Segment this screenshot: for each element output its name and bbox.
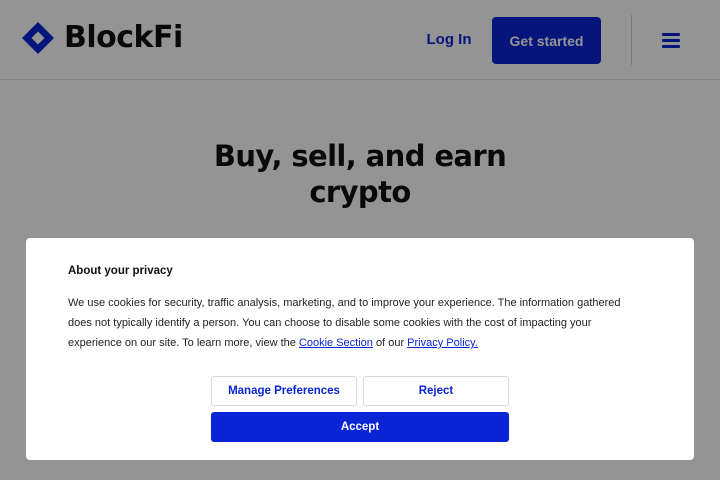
- cookie-dialog-body: We use cookies for security, traffic ana…: [68, 293, 638, 353]
- cookie-connector-text: of our: [372, 337, 408, 349]
- privacy-policy-link[interactable]: Privacy Policy.: [407, 337, 478, 349]
- accept-button[interactable]: Accept: [211, 412, 509, 442]
- manage-preferences-button[interactable]: Manage Preferences: [211, 376, 357, 406]
- reject-button[interactable]: Reject: [363, 376, 509, 406]
- page: BlockFi Log In Get started Buy, sell, an…: [0, 0, 720, 480]
- cookie-section-link[interactable]: Cookie Section: [299, 337, 373, 349]
- cookie-dialog-title: About your privacy: [68, 265, 173, 277]
- cookie-consent-dialog: About your privacy We use cookies for se…: [26, 238, 694, 460]
